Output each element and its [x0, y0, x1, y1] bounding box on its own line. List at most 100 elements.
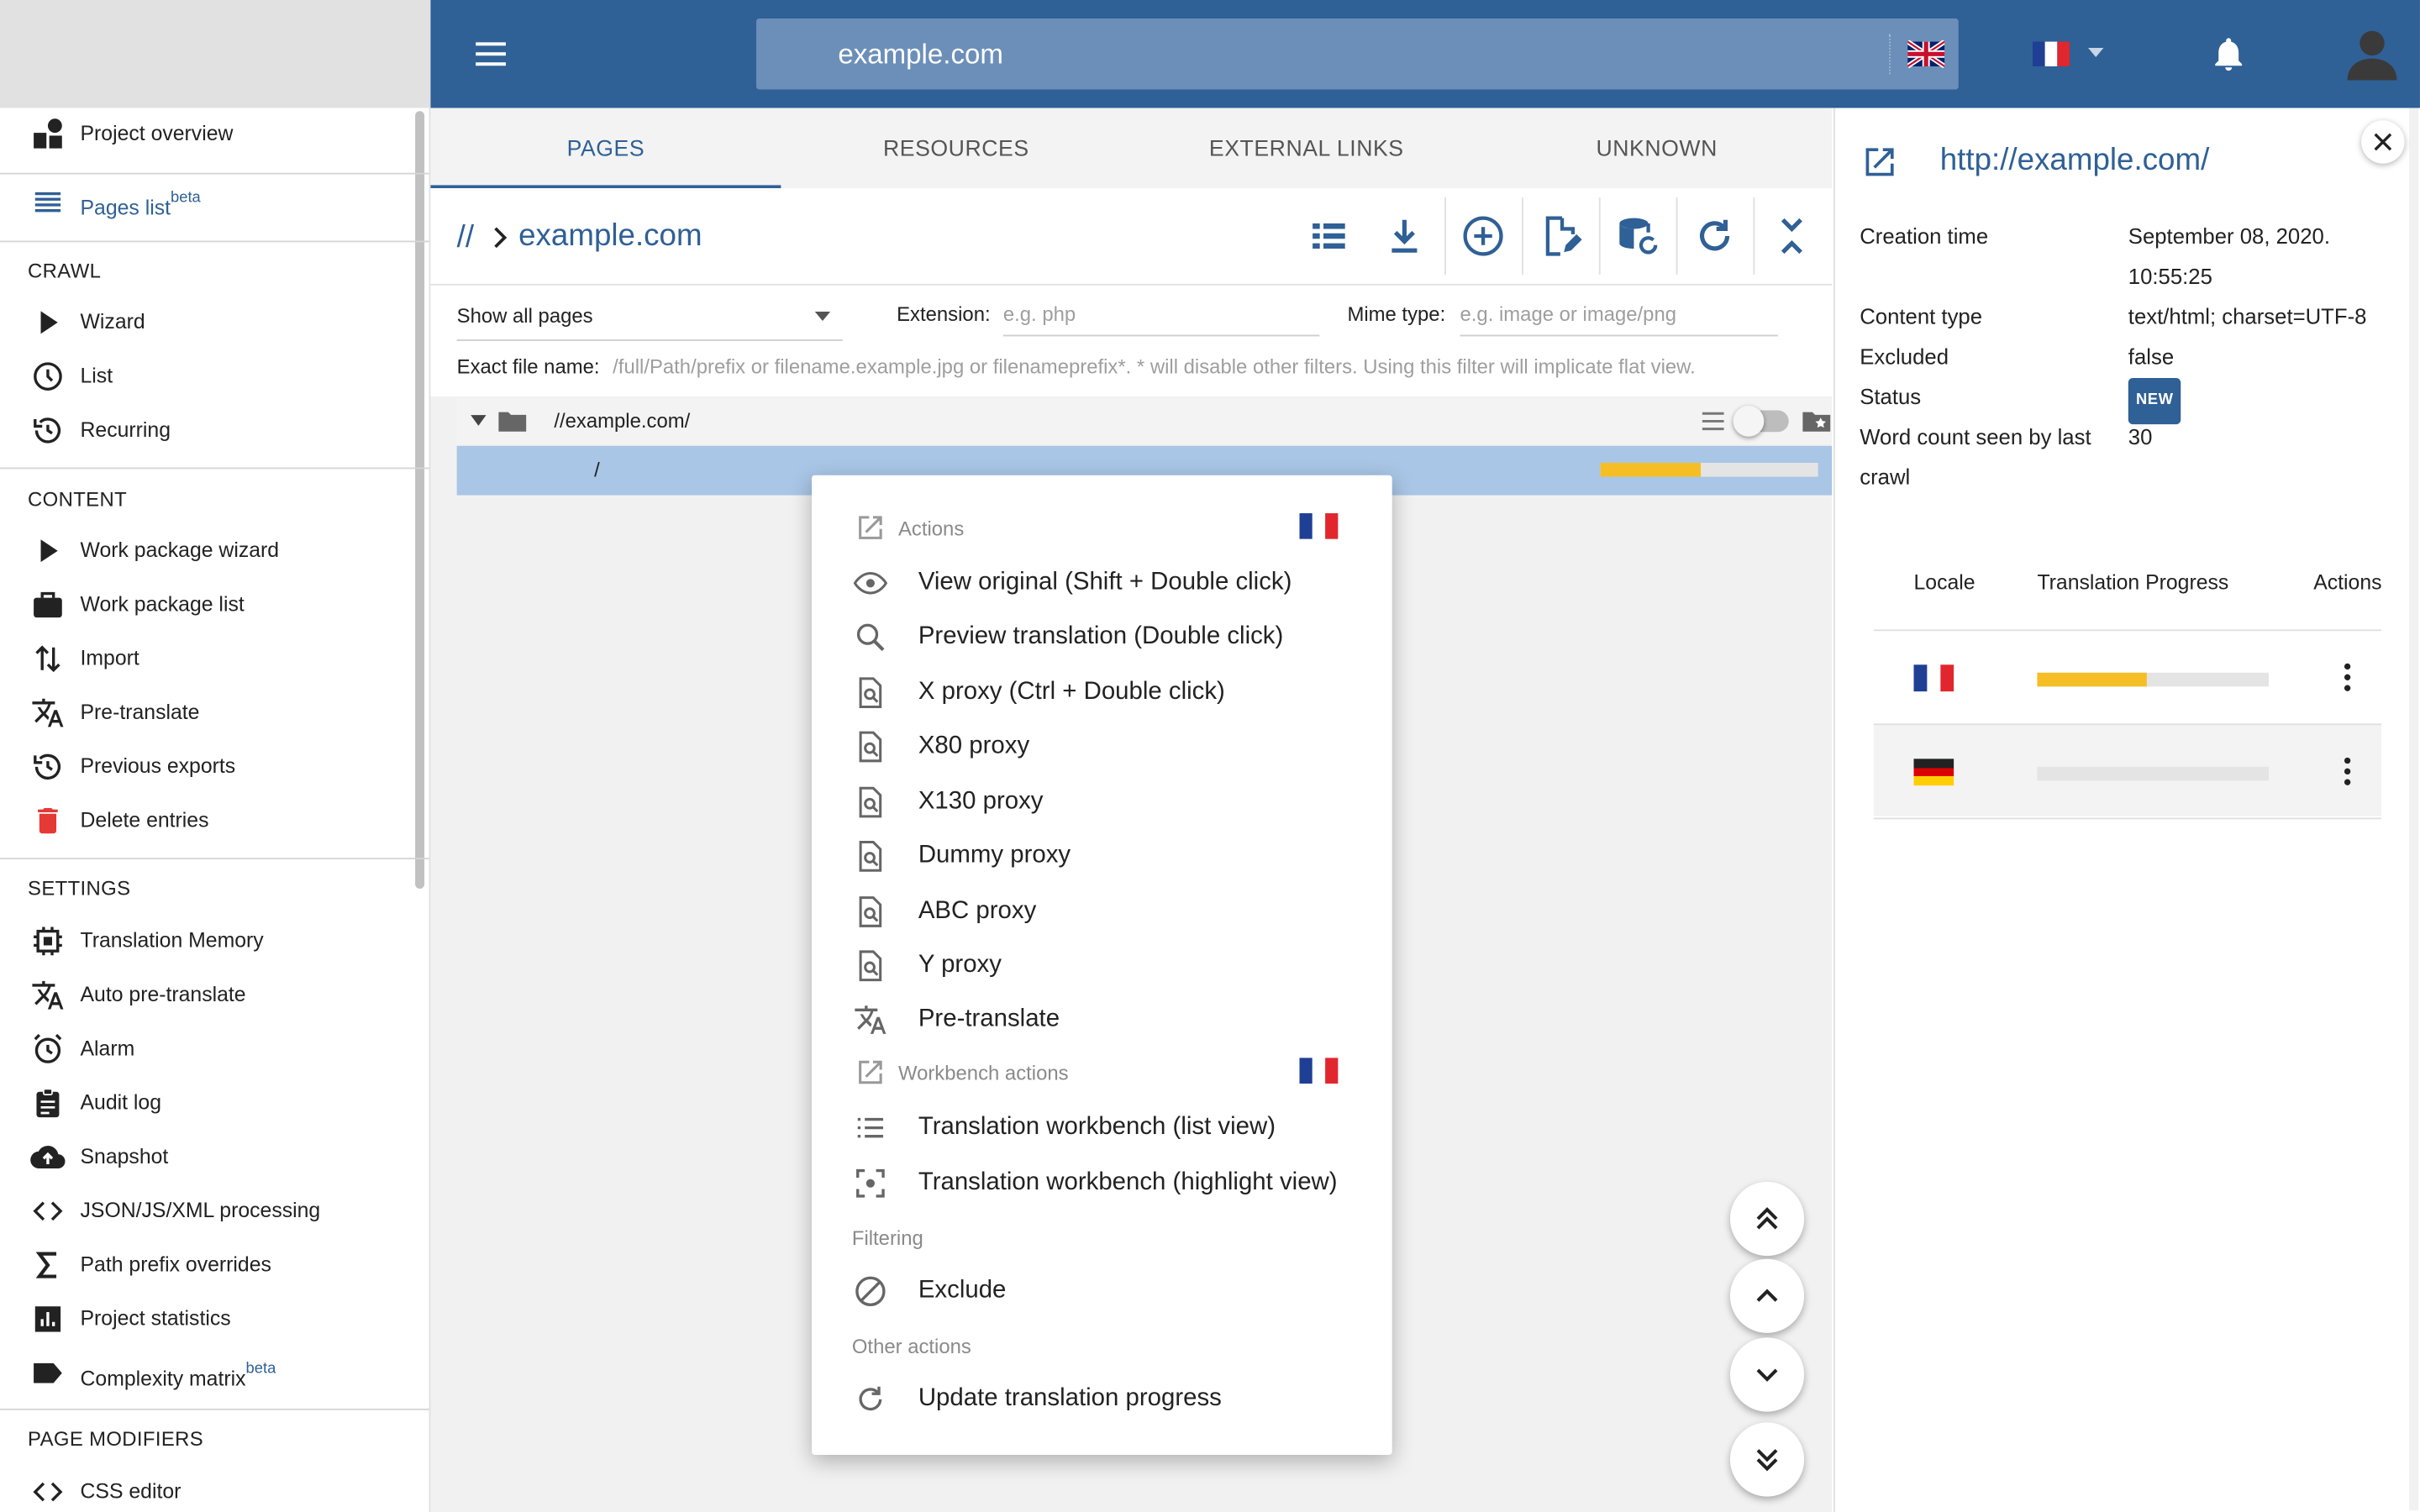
scroll-top-button[interactable] — [1729, 1181, 1805, 1257]
menu-item-abc-proxy[interactable]: ABC proxy — [812, 885, 1392, 937]
sidebar-item-wizard[interactable]: Wizard — [0, 297, 413, 349]
sidebar-item-path-prefix-overrides[interactable]: Path prefix overrides — [0, 1239, 413, 1291]
sidebar-item-project-overview[interactable]: Project overview — [0, 108, 413, 160]
list-view-button[interactable] — [1290, 201, 1367, 271]
eye-icon — [853, 571, 888, 595]
sidebar-item-label: Work package wizard — [80, 538, 280, 562]
more-vert-icon[interactable] — [2329, 659, 2366, 696]
database-refresh-button[interactable] — [1599, 201, 1676, 271]
menu-item-x-proxy[interactable]: X proxy (Ctrl + Double click) — [812, 666, 1392, 718]
menu-item-preview-translation[interactable]: Preview translation (Double click) — [812, 611, 1392, 663]
panel-scrollbar[interactable] — [2409, 108, 2419, 1511]
sidebar-item-snapshot[interactable]: Snapshot — [0, 1131, 413, 1183]
sidebar-item-label: Pages listbeta — [80, 189, 201, 219]
list-lines-icon[interactable] — [1701, 411, 1725, 433]
locale-row[interactable] — [1873, 629, 2382, 722]
download-button[interactable] — [1365, 201, 1443, 271]
page-url-link[interactable]: http://example.com/ — [1940, 144, 2210, 179]
menu-item-exclude[interactable]: Exclude — [812, 1265, 1392, 1317]
menu-item-y-proxy[interactable]: Y proxy — [812, 940, 1392, 992]
clock-icon — [34, 362, 62, 391]
file-search-icon — [859, 786, 882, 818]
collapse-all-button[interactable] — [1753, 201, 1830, 271]
menu-item-view-original[interactable]: View original (Shift + Double click) — [812, 557, 1392, 609]
sidebar-item-audit-log[interactable]: Audit log — [0, 1077, 413, 1129]
exact-file-name-label: Exact file name: — [456, 354, 600, 378]
refresh-button[interactable] — [1676, 201, 1754, 271]
flag-fr-icon — [1299, 1058, 1339, 1084]
edit-file-button[interactable] — [1522, 201, 1599, 271]
scroll-bottom-button[interactable] — [1729, 1422, 1805, 1497]
chevron-right-icon — [494, 227, 508, 249]
sidebar-item-label: Alarm — [80, 1037, 135, 1060]
menu-icon[interactable] — [471, 34, 511, 74]
language-select[interactable] — [2032, 35, 2119, 72]
creation-time-value-time: 10:55:25 — [2128, 264, 2212, 289]
sidebar-item-json-processing[interactable]: JSON/JS/XML processing — [0, 1185, 413, 1237]
tree-root-row[interactable]: //example.com/ — [456, 397, 1833, 444]
sidebar-item-pages-list[interactable]: Pages listbeta — [0, 176, 413, 228]
sidebar-item-alarm[interactable]: Alarm — [0, 1023, 413, 1075]
download-icon — [1392, 219, 1418, 253]
sidebar-item-project-statistics[interactable]: Project statistics — [0, 1293, 413, 1345]
memory-chip-icon — [34, 927, 62, 956]
avatar[interactable] — [2344, 24, 2400, 81]
history-icon — [34, 417, 61, 444]
divider — [0, 467, 429, 470]
bell-icon[interactable] — [2208, 34, 2249, 74]
show-pages-value: Show all pages — [456, 303, 593, 328]
sidebar-item-label: Audit log — [80, 1090, 162, 1115]
project-search[interactable]: example.com — [755, 18, 1959, 90]
sidebar-scrollbar[interactable] — [415, 111, 425, 889]
scroll-down-button[interactable] — [1729, 1337, 1805, 1412]
exact-file-name-input[interactable] — [613, 344, 1817, 388]
sidebar-item-delete-entries[interactable]: Delete entries — [0, 795, 413, 847]
sidebar-item-css-editor[interactable]: CSS editor — [0, 1466, 413, 1512]
sidebar-item-auto-pre-translate[interactable]: Auto pre-translate — [0, 969, 413, 1021]
sidebar: Project overview Pages listbeta CRAWL Wi… — [0, 108, 431, 1512]
import-arrows-icon — [35, 645, 60, 673]
chevron-up-icon — [1756, 1289, 1778, 1302]
workbench-actions-heading: Workbench actions — [852, 1057, 1346, 1094]
tab-pages[interactable]: PAGES — [430, 108, 781, 189]
menu-item-update-progress[interactable]: Update translation progress — [812, 1373, 1392, 1425]
close-panel-button[interactable] — [2361, 120, 2405, 164]
breadcrumb-root[interactable]: // — [457, 221, 474, 256]
menu-item-dummy-proxy[interactable]: Dummy proxy — [812, 830, 1392, 882]
sidebar-item-recurring[interactable]: Recurring — [0, 404, 413, 456]
sidebar-item-pre-translate[interactable]: Pre-translate — [0, 686, 413, 738]
mime-type-input[interactable] — [1460, 292, 1778, 337]
menu-item-x80-proxy[interactable]: X80 proxy — [812, 721, 1392, 773]
add-button[interactable] — [1444, 201, 1522, 271]
sidebar-item-translation-memory[interactable]: Translation Memory — [0, 915, 413, 967]
refresh-icon — [859, 1386, 882, 1411]
open-in-new-icon[interactable] — [1861, 144, 1898, 181]
content-type-label: Content type — [1860, 303, 1983, 329]
expand-arrow-icon[interactable] — [471, 415, 487, 426]
extension-input[interactable] — [1002, 292, 1320, 337]
sidebar-item-import[interactable]: Import — [0, 633, 413, 685]
sidebar-item-previous-exports[interactable]: Previous exports — [0, 741, 413, 793]
tab-unknown[interactable]: UNKNOWN — [1481, 108, 1832, 189]
show-pages-select[interactable]: Show all pages — [456, 297, 843, 341]
tree-toggle[interactable] — [1733, 406, 1789, 437]
trash-icon — [38, 807, 58, 834]
sidebar-item-list[interactable]: List — [0, 350, 413, 402]
menu-item-workbench-list[interactable]: Translation workbench (list view) — [812, 1101, 1392, 1153]
folder-star-icon[interactable] — [1802, 409, 1831, 433]
menu-item-pre-translate[interactable]: Pre-translate — [812, 994, 1392, 1046]
more-vert-icon[interactable] — [2329, 753, 2366, 790]
menu-item-workbench-highlight[interactable]: Translation workbench (highlight view) — [812, 1158, 1392, 1210]
locale-row[interactable] — [1873, 723, 2382, 816]
double-chevron-down-icon — [1756, 1449, 1778, 1472]
flag-de-icon — [1913, 759, 1954, 786]
sidebar-item-work-package-list[interactable]: Work package list — [0, 579, 413, 631]
tab-external-links[interactable]: EXTERNAL LINKS — [1131, 108, 1481, 189]
sidebar-item-work-package-wizard[interactable]: Work package wizard — [0, 524, 413, 576]
flag-uk-icon[interactable] — [1907, 39, 1945, 68]
scroll-up-button[interactable] — [1729, 1258, 1805, 1333]
sidebar-item-complexity-matrix[interactable]: Complexity matrixbeta — [0, 1347, 413, 1399]
file-edit-icon — [1545, 216, 1582, 256]
menu-item-x130-proxy[interactable]: X130 proxy — [812, 776, 1392, 828]
tab-resources[interactable]: RESOURCES — [781, 108, 1131, 189]
